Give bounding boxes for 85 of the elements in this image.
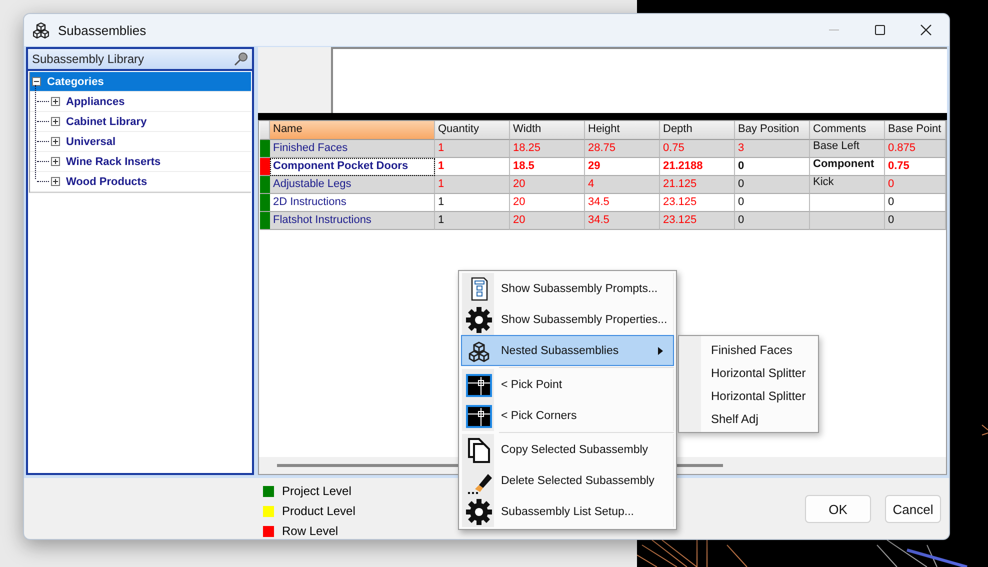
table-cell: 1 [435, 212, 510, 230]
menu-item[interactable]: Nested Subassemblies [461, 335, 674, 366]
menu-item[interactable]: < Pick Corners [461, 400, 674, 431]
table-cell: 0 [885, 176, 946, 194]
column-header[interactable]: Base Point [885, 121, 946, 140]
settings-icon [465, 306, 493, 334]
ok-button[interactable]: OK [805, 495, 871, 523]
table-cell: 23.125 [660, 194, 735, 212]
table-cell: 4 [585, 176, 660, 194]
menu-item[interactable]: Delete Selected Subassembly [461, 465, 674, 496]
table-cell: 0 [735, 194, 810, 212]
header-corner [260, 121, 270, 140]
menu-item[interactable]: Subassembly List Setup... [461, 496, 674, 527]
table-cell: 18.5 [510, 158, 585, 176]
table-cell: 0 [735, 212, 810, 230]
table-cell: 20 [510, 176, 585, 194]
name-cell: Adjustable Legs [270, 176, 435, 194]
table-cell: 0 [885, 212, 946, 230]
column-header[interactable]: Height [585, 121, 660, 140]
table-cell: 0 [735, 176, 810, 194]
menu-item[interactable]: Show Subassembly Prompts... [461, 273, 674, 304]
expand-icon[interactable] [51, 137, 60, 146]
maximize-icon [874, 24, 886, 36]
menu-item[interactable]: < Pick Point [461, 369, 674, 400]
legend-label: Row Level [282, 524, 338, 538]
window-title: Subassemblies [58, 22, 148, 38]
table-cell: Base Left [810, 140, 885, 158]
table-cell: 0 [735, 158, 810, 176]
table-cell: 34.5 [585, 212, 660, 230]
menu-item[interactable]: Horizontal Splitter [679, 384, 818, 407]
column-header[interactable]: Depth [660, 121, 735, 140]
settings-icon [465, 498, 493, 526]
legend-label: Project Level [282, 484, 352, 498]
table-cell: 28.75 [585, 140, 660, 158]
column-header[interactable]: Width [510, 121, 585, 140]
table-cell: 1 [435, 194, 510, 212]
column-header[interactable]: Quantity [435, 121, 510, 140]
tree-item[interactable]: Cabinet Library [30, 112, 251, 132]
table-cell: 3 [735, 140, 810, 158]
table-cell: 0 [885, 194, 946, 212]
table-cell: 20 [510, 212, 585, 230]
table-cell: 0.75 [660, 140, 735, 158]
table-cell: 21.125 [660, 176, 735, 194]
close-icon [920, 24, 932, 36]
column-header[interactable]: Comments [810, 121, 885, 140]
cubes-icon [33, 21, 49, 39]
tree-item[interactable]: Appliances [30, 92, 251, 112]
expand-icon[interactable] [51, 177, 60, 186]
table-cell: 1 [435, 176, 510, 194]
table-cell: 20 [510, 194, 585, 212]
table-cell: 34.5 [585, 194, 660, 212]
table-cell: 18.25 [510, 140, 585, 158]
table-cell: 0.875 [885, 140, 946, 158]
name-cell: Finished Faces [270, 140, 435, 158]
expand-icon[interactable] [51, 117, 60, 126]
table-cell: Component [810, 158, 885, 176]
name-cell: 2D Instructions [270, 194, 435, 212]
menu-item[interactable]: Horizontal Splitter [679, 361, 818, 384]
cad-drawing [982, 424, 988, 436]
expand-icon[interactable] [51, 97, 60, 106]
table-cell: 29 [585, 158, 660, 176]
table-cell: 1 [435, 140, 510, 158]
menu-item[interactable]: Copy Selected Subassembly [461, 434, 674, 465]
tree-item[interactable]: Wine Rack Inserts [30, 152, 251, 172]
legend-label: Product Level [282, 504, 356, 518]
copy-icon [465, 436, 493, 464]
collapse-icon[interactable] [32, 77, 41, 86]
table-cell: Kick [810, 176, 885, 194]
table-cell: 21.2188 [660, 158, 735, 176]
table-cell: 0.75 [885, 158, 946, 176]
name-cell: Flatshot Instructions [270, 212, 435, 230]
tree-item[interactable]: Wood Products [30, 172, 251, 192]
cancel-button[interactable]: Cancel [885, 495, 941, 523]
tree-item[interactable]: Categories [30, 72, 251, 92]
panel-title: Subassembly Library [32, 52, 144, 66]
menu-item[interactable]: Shelf Adj [679, 407, 818, 430]
menu-item[interactable]: Show Subassembly Properties... [461, 304, 674, 335]
table-cell: 1 [435, 158, 510, 176]
column-header[interactable]: Name [270, 121, 435, 140]
menu-item[interactable]: Finished Faces [679, 338, 818, 361]
column-header[interactable]: Bay Position [735, 121, 810, 140]
expand-icon[interactable] [51, 157, 60, 166]
name-cell: Component Pocket Doors [270, 158, 435, 176]
tree-item[interactable]: Universal [30, 132, 251, 152]
table-cell: 23.125 [660, 212, 735, 230]
